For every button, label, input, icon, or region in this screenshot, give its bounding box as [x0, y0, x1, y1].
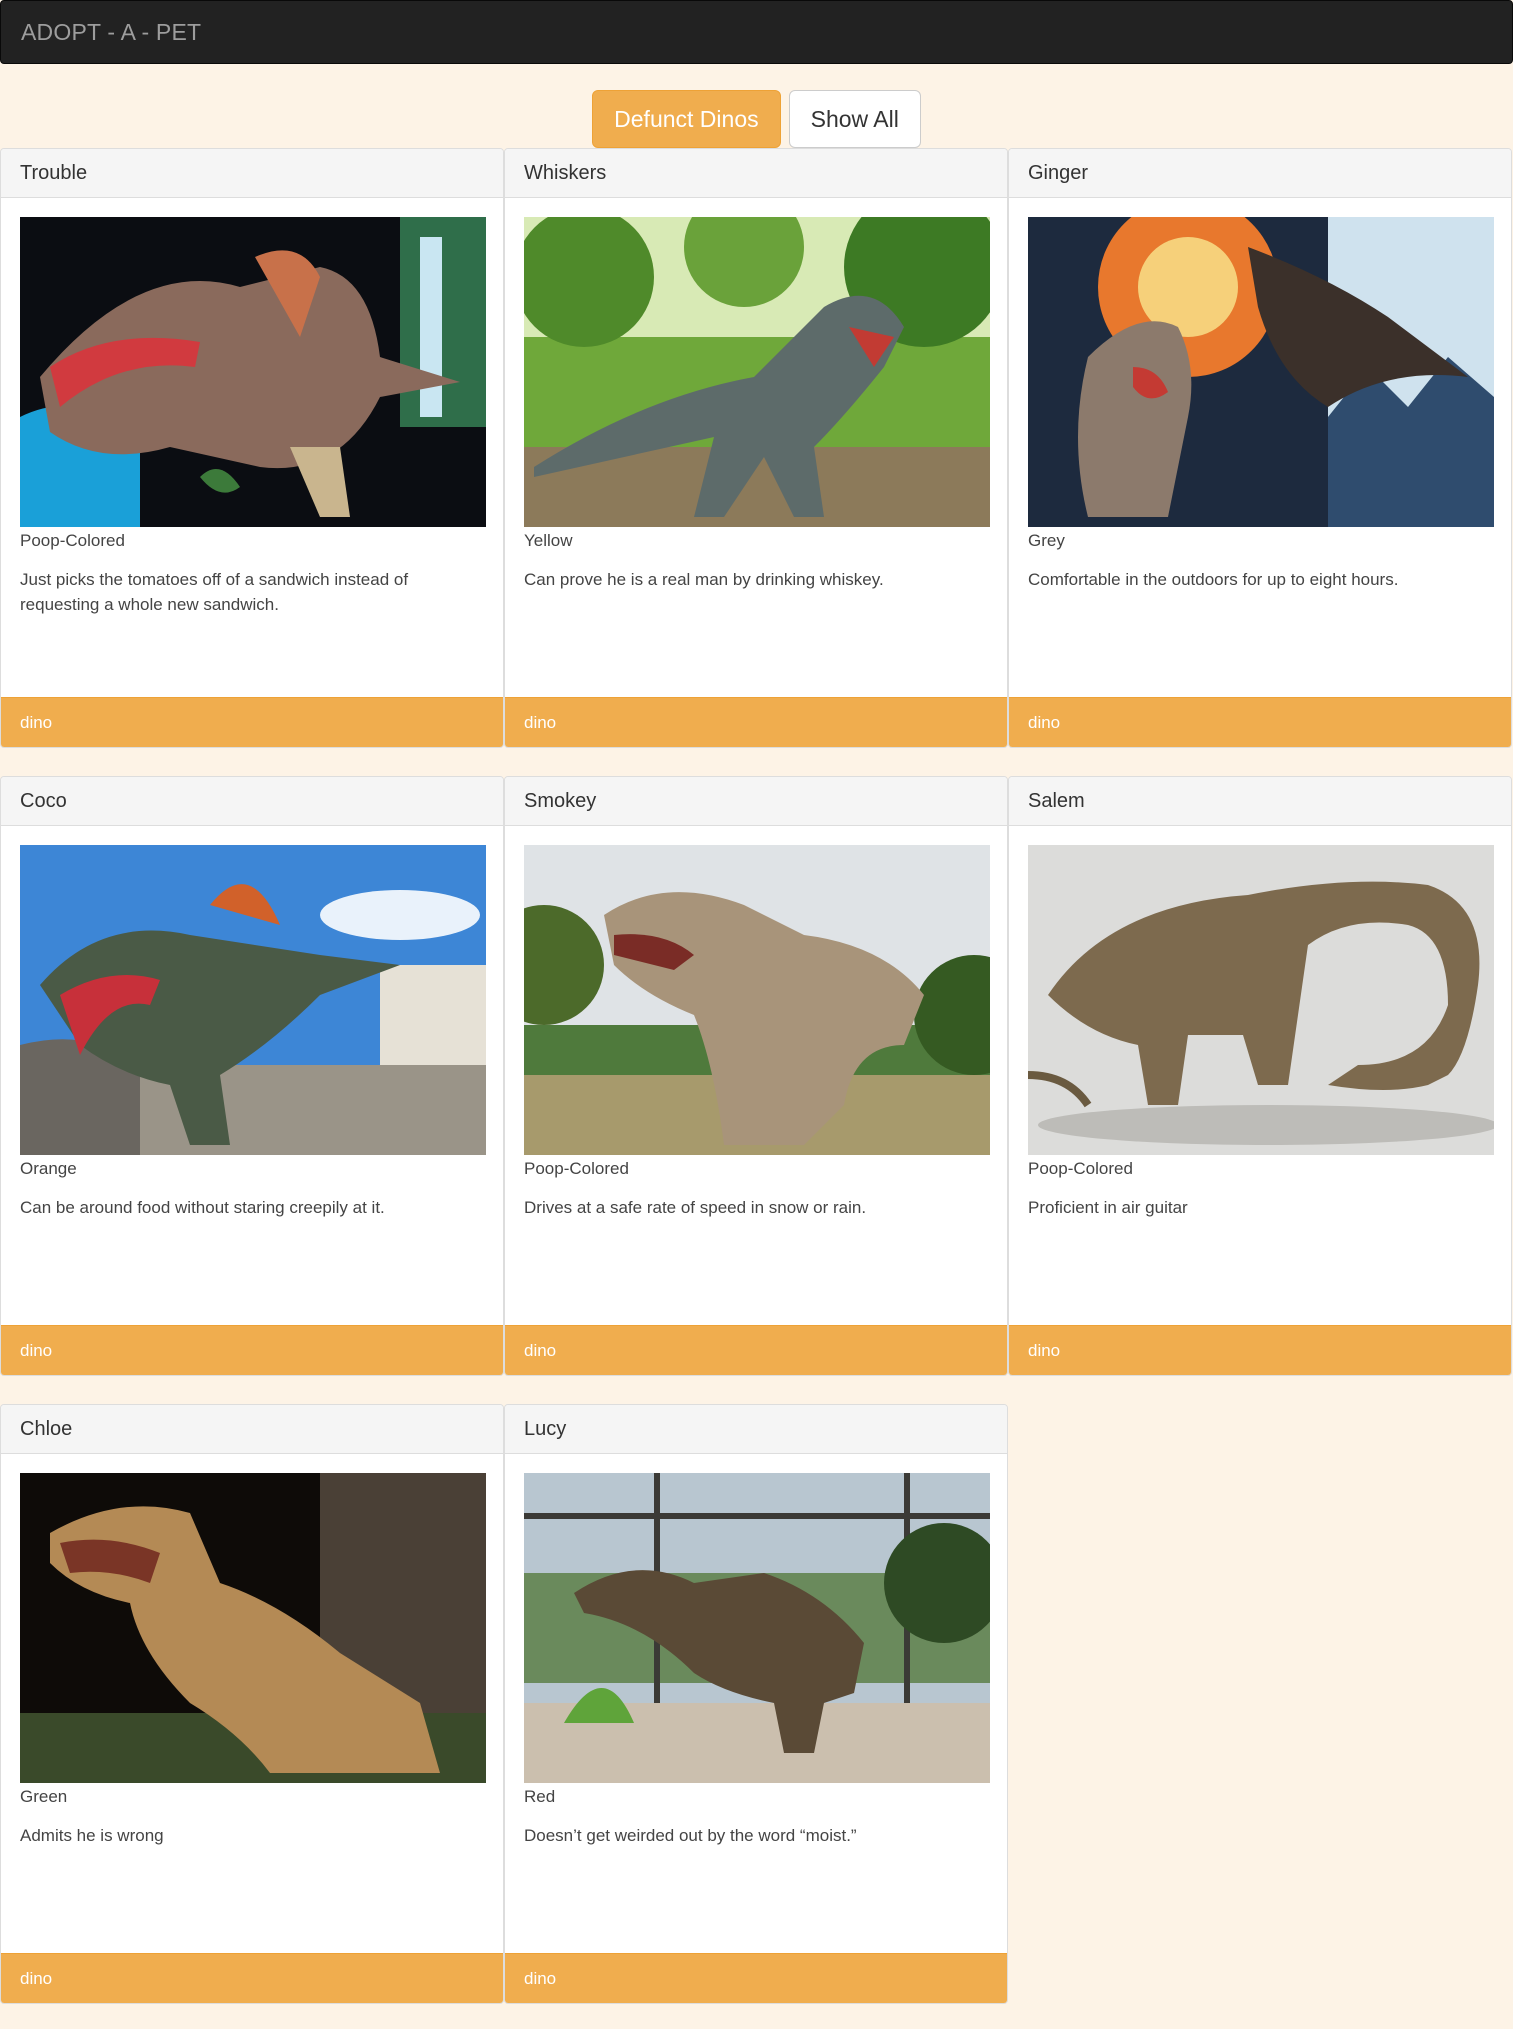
pet-photo [524, 217, 990, 527]
pet-card: Lucy Red Doesn’t get weirded out by the … [504, 1404, 1008, 2004]
pet-name: Ginger [1009, 149, 1511, 198]
pet-name: Smokey [505, 777, 1007, 826]
pet-tag: dino [1, 1325, 503, 1375]
navbar: ADOPT - A - PET [0, 0, 1513, 64]
pet-color: Orange [20, 1159, 77, 1178]
filter-bar: Defunct Dinos Show All [0, 90, 1513, 148]
pet-name: Lucy [505, 1405, 1007, 1454]
pet-color: Poop-Colored [20, 531, 125, 550]
pet-tag: dino [1, 1953, 503, 2003]
pet-photo [20, 217, 486, 527]
pet-card: Whiskers Yellow Can prove he is a real m… [504, 148, 1008, 748]
pet-card: Ginger Grey Comfortable in the outdoors … [1008, 148, 1512, 748]
filter-defunct-dinos-button[interactable]: Defunct Dinos [592, 90, 781, 148]
filter-show-all-button[interactable]: Show All [788, 90, 921, 148]
pet-card: Chloe Green Admits he is wrong dino [0, 1404, 504, 2004]
pet-card: Trouble Poop-Colored Just picks the toma… [0, 148, 504, 748]
pet-tag: dino [1, 697, 503, 747]
pet-description: Comfortable in the outdoors for up to ei… [1028, 570, 1399, 589]
pet-color: Grey [1028, 531, 1065, 550]
pet-description: Can be around food without staring creep… [20, 1198, 385, 1217]
pet-tag: dino [505, 697, 1007, 747]
pet-photo [1028, 217, 1494, 527]
pet-description: Doesn’t get weirded out by the word “moi… [524, 1826, 857, 1845]
pet-tag: dino [505, 1325, 1007, 1375]
pet-photo [524, 1473, 990, 1783]
pet-description: Admits he is wrong [20, 1826, 164, 1845]
pet-color: Yellow [524, 531, 573, 550]
pet-name: Whiskers [505, 149, 1007, 198]
pet-description: Drives at a safe rate of speed in snow o… [524, 1198, 867, 1217]
pet-name: Coco [1, 777, 503, 826]
pet-tag: dino [1009, 1325, 1511, 1375]
pet-card: Coco Orange Can be around food without s… [0, 776, 504, 1376]
pet-color: Green [20, 1787, 68, 1806]
pet-photo [1028, 845, 1494, 1155]
pet-tag: dino [505, 1953, 1007, 2003]
pet-description: Just picks the tomatoes off of a sandwic… [20, 570, 409, 614]
pet-description: Proficient in air guitar [1028, 1198, 1188, 1217]
pet-tag: dino [1009, 697, 1511, 747]
pet-name: Chloe [1, 1405, 503, 1454]
pet-photo [20, 1473, 486, 1783]
pet-description: Can prove he is a real man by drinking w… [524, 570, 884, 589]
brand-title[interactable]: ADOPT - A - PET [21, 19, 201, 46]
pet-card: Smokey Poop-Colored Drives at a safe rat… [504, 776, 1008, 1376]
pet-photo [20, 845, 486, 1155]
pet-name: Trouble [1, 149, 503, 198]
pet-color: Poop-Colored [524, 1159, 629, 1178]
pet-card: Salem Poop-Colored Proficient in air gui… [1008, 776, 1512, 1376]
pet-color: Red [524, 1787, 556, 1806]
pet-photo [524, 845, 990, 1155]
pet-color: Poop-Colored [1028, 1159, 1133, 1178]
pet-name: Salem [1009, 777, 1511, 826]
